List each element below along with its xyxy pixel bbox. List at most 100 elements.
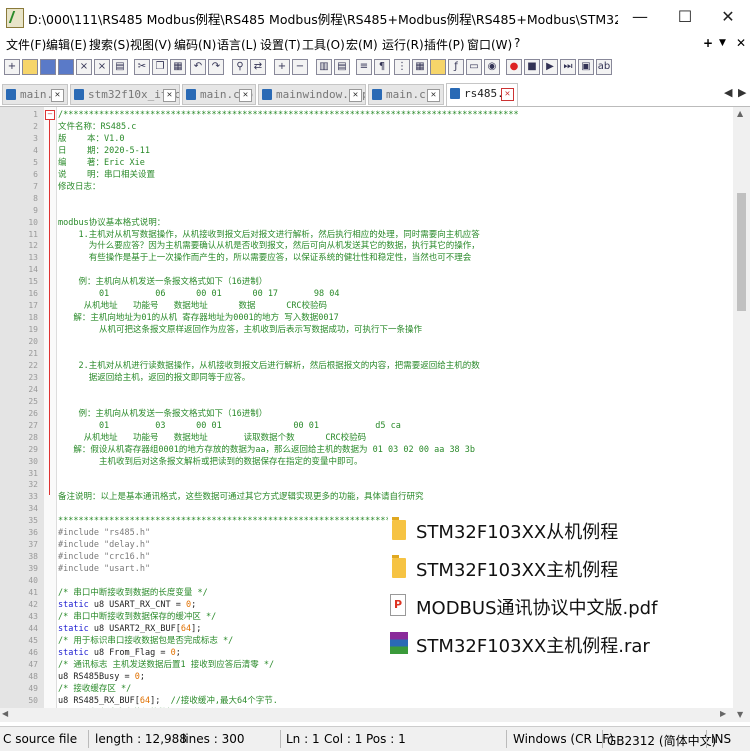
- menu-file[interactable]: 文件(F): [6, 36, 46, 53]
- status-eol[interactable]: Windows (CR LF): [513, 732, 614, 746]
- close-icon[interactable]: ✕: [349, 89, 362, 102]
- scroll-up-icon[interactable]: ▲: [737, 109, 743, 118]
- tab-list-dropdown[interactable]: ▼: [719, 38, 726, 48]
- menu-search[interactable]: 搜索(S): [89, 36, 130, 53]
- code-text[interactable]: modbus协议基本格式说明：: [58, 217, 165, 229]
- open-file-icon[interactable]: [22, 59, 38, 75]
- show-all-characters-icon[interactable]: ¶: [374, 59, 390, 75]
- menu-tools[interactable]: 工具(O): [302, 36, 345, 53]
- code-text[interactable]: #include "crc16.h": [58, 551, 150, 563]
- code-line[interactable]: 29 解：假设从机寄存器组0001的地方存放的数据为aa，那么返回给主机的数据为…: [0, 444, 733, 456]
- cut-icon[interactable]: ✂: [134, 59, 150, 75]
- code-text[interactable]: static u8 USART_RX_CNT = 0;: [58, 599, 196, 611]
- code-text[interactable]: /***************************************…: [58, 109, 519, 121]
- close-icon[interactable]: ✕: [427, 89, 440, 102]
- close-icon[interactable]: ✕: [51, 89, 64, 102]
- code-line[interactable]: 2 文件名称：RS485.c: [0, 121, 733, 133]
- code-text[interactable]: 编 著：Eric Xie: [58, 157, 145, 169]
- code-line[interactable]: 49 /* 接收缓存区 */: [0, 683, 733, 695]
- save-icon[interactable]: [40, 59, 56, 75]
- code-line[interactable]: 26 例：主机向从机发送一条报文格式如下（16进制）: [0, 408, 733, 420]
- minimize-button[interactable]: —: [620, 6, 660, 28]
- code-line[interactable]: 10 modbus协议基本格式说明：: [0, 217, 733, 229]
- code-line[interactable]: 13 有些操作是基于上一次操作而产生的，所以需要应答，以保证系统的健壮性和稳定性…: [0, 252, 733, 264]
- menu-edit[interactable]: 编辑(E): [46, 36, 87, 53]
- map-icon[interactable]: [430, 59, 446, 75]
- code-text[interactable]: 文件名称：RS485.c: [58, 121, 136, 133]
- code-text[interactable]: 修改日志：: [58, 181, 101, 193]
- maximize-button[interactable]: ☐: [665, 6, 705, 28]
- new-tab-button[interactable]: +: [703, 36, 713, 50]
- tab-rs485-c[interactable]: rs485.c ✕: [446, 83, 518, 106]
- code-line[interactable]: 7 修改日志：: [0, 181, 733, 193]
- code-text[interactable]: #include "delay.h": [58, 539, 150, 551]
- code-line[interactable]: 8: [0, 193, 733, 205]
- code-line[interactable]: 20: [0, 336, 733, 348]
- code-text[interactable]: 从机地址 功能号 数据地址 读取数据个数 CRC校验码: [58, 432, 367, 444]
- code-text[interactable]: /* 用于标识串口接收数据包是否完成标志 */: [58, 635, 233, 647]
- word-wrap-icon[interactable]: ≡: [356, 59, 372, 75]
- close-file-icon[interactable]: ×: [76, 59, 92, 75]
- code-line[interactable]: 48 u8 RS485Busy = 0;: [0, 671, 733, 683]
- code-text[interactable]: 备注说明：以上是基本通讯格式，这些数据可通过其它方式逻辑实现更多的功能，具体请自…: [58, 491, 424, 503]
- tab-mainwindow-cpp[interactable]: mainwindow.cpp ✕: [258, 84, 366, 105]
- code-text[interactable]: /* 接收缓存区 */: [58, 683, 131, 695]
- code-text[interactable]: /* 串口中断接收到数据的长度变量 */: [58, 587, 208, 599]
- menu-language[interactable]: 语言(L): [217, 36, 257, 53]
- code-line[interactable]: 18 解：主机向地址为01的从机 寄存器地址为0001的地方 写入数据0017: [0, 312, 733, 324]
- run-macro-multiple-icon[interactable]: ⏭: [560, 59, 576, 75]
- file-item-master-example[interactable]: STM32F103XX主机例程: [388, 552, 733, 584]
- vertical-scroll-thumb[interactable]: [737, 193, 746, 311]
- start-recording-icon[interactable]: ●: [506, 59, 522, 75]
- find-icon[interactable]: ⚲: [232, 59, 248, 75]
- code-line[interactable]: 6 说 明：串口相关设置: [0, 169, 733, 181]
- paste-icon[interactable]: ▦: [170, 59, 186, 75]
- close-tab-button[interactable]: ✕: [736, 36, 746, 50]
- code-line[interactable]: 31: [0, 468, 733, 480]
- code-text[interactable]: 1.主机对从机写数据操作，从机接收到报文后对报文进行解析，然后执行相应的处理，同…: [58, 229, 479, 241]
- code-text[interactable]: 主机收到后对这条报文解析或把读到的数据保存在指定的变量中即可。: [58, 456, 363, 468]
- spell-check-icon[interactable]: ab: [596, 59, 612, 75]
- code-text[interactable]: 有些操作是基于上一次操作而产生的，所以需要应答，以保证系统的健壮性和稳定性，当然…: [58, 252, 472, 264]
- vertical-scrollbar[interactable]: ▲ ▼: [733, 107, 750, 722]
- close-icon[interactable]: ✕: [163, 89, 176, 102]
- menu-window[interactable]: 窗口(W): [467, 36, 512, 53]
- code-text[interactable]: 01 06 00 01 00 17 98 04: [58, 288, 340, 300]
- code-text[interactable]: #include "rs485.h": [58, 527, 150, 539]
- indent-guide-icon[interactable]: ⋮: [394, 59, 410, 75]
- code-text[interactable]: 例：主机向从机发送一条报文格式如下（16进制）: [58, 408, 267, 420]
- code-line[interactable]: 30 主机收到后对这条报文解析或把读到的数据保存在指定的变量中即可。: [0, 456, 733, 468]
- tab-main-crf[interactable]: main.crf ✕: [368, 84, 444, 105]
- menu-help[interactable]: ?: [514, 36, 520, 50]
- menu-plugins[interactable]: 插件(P): [424, 36, 465, 53]
- zoom-in-icon[interactable]: +: [274, 59, 290, 75]
- code-text[interactable]: #include "usart.h": [58, 563, 150, 575]
- save-all-icon[interactable]: [58, 59, 74, 75]
- code-line[interactable]: 4 日 期：2020-5-11: [0, 145, 733, 157]
- code-line[interactable]: 3 版 本：V1.0: [0, 133, 733, 145]
- code-text[interactable]: 日 期：2020-5-11: [58, 145, 150, 157]
- menu-settings[interactable]: 设置(T): [260, 36, 301, 53]
- code-text[interactable]: 解：主机向地址为01的从机 寄存器地址为0001的地方 写入数据0017: [58, 312, 338, 324]
- close-button[interactable]: ✕: [708, 6, 748, 28]
- menu-view[interactable]: 视图(V): [130, 36, 172, 53]
- code-text[interactable]: 据返回给主机，返回的报文即同等于应答。: [58, 372, 251, 384]
- code-text[interactable]: 从机地址 功能号 数据地址 数据 CRC校验码: [58, 300, 327, 312]
- code-line[interactable]: 33 备注说明：以上是基本通讯格式，这些数据可通过其它方式逻辑实现更多的功能，具体…: [0, 491, 733, 503]
- sync-vertical-icon[interactable]: ▥: [316, 59, 332, 75]
- folder-workspace-icon[interactable]: ▭: [466, 59, 482, 75]
- print-icon[interactable]: ▤: [112, 59, 128, 75]
- new-file-icon[interactable]: +: [4, 59, 20, 75]
- code-text[interactable]: u8 RS485_RX_BUF[64]; //接收缓冲,最大64个字节.: [58, 695, 278, 707]
- close-icon[interactable]: ✕: [501, 88, 514, 101]
- code-line[interactable]: 22 2.主机对从机进行读数据操作，从机接收到报文后进行解析，然后根据报文的内容…: [0, 360, 733, 372]
- close-all-icon[interactable]: ×: [94, 59, 110, 75]
- code-line[interactable]: 50 u8 RS485_RX_BUF[64]; //接收缓冲,最大64个字节.: [0, 695, 733, 707]
- code-line[interactable]: 9: [0, 205, 733, 217]
- language-icon[interactable]: ▦: [412, 59, 428, 75]
- code-text[interactable]: 为什么要应答？因为主机需要确认从机是否收到报文，然后可向从机发送其它的数据，执行…: [58, 240, 480, 252]
- close-icon[interactable]: ✕: [239, 89, 252, 102]
- tab-stm32f10x-it-c[interactable]: stm32f10x_it.c ✕: [70, 84, 180, 105]
- code-line[interactable]: 1 /**************************************…: [0, 109, 733, 121]
- code-text[interactable]: 从机可把这条报文原样返回作为应答，主机收到后表示写数据成功，可执行下一条操作: [58, 324, 422, 336]
